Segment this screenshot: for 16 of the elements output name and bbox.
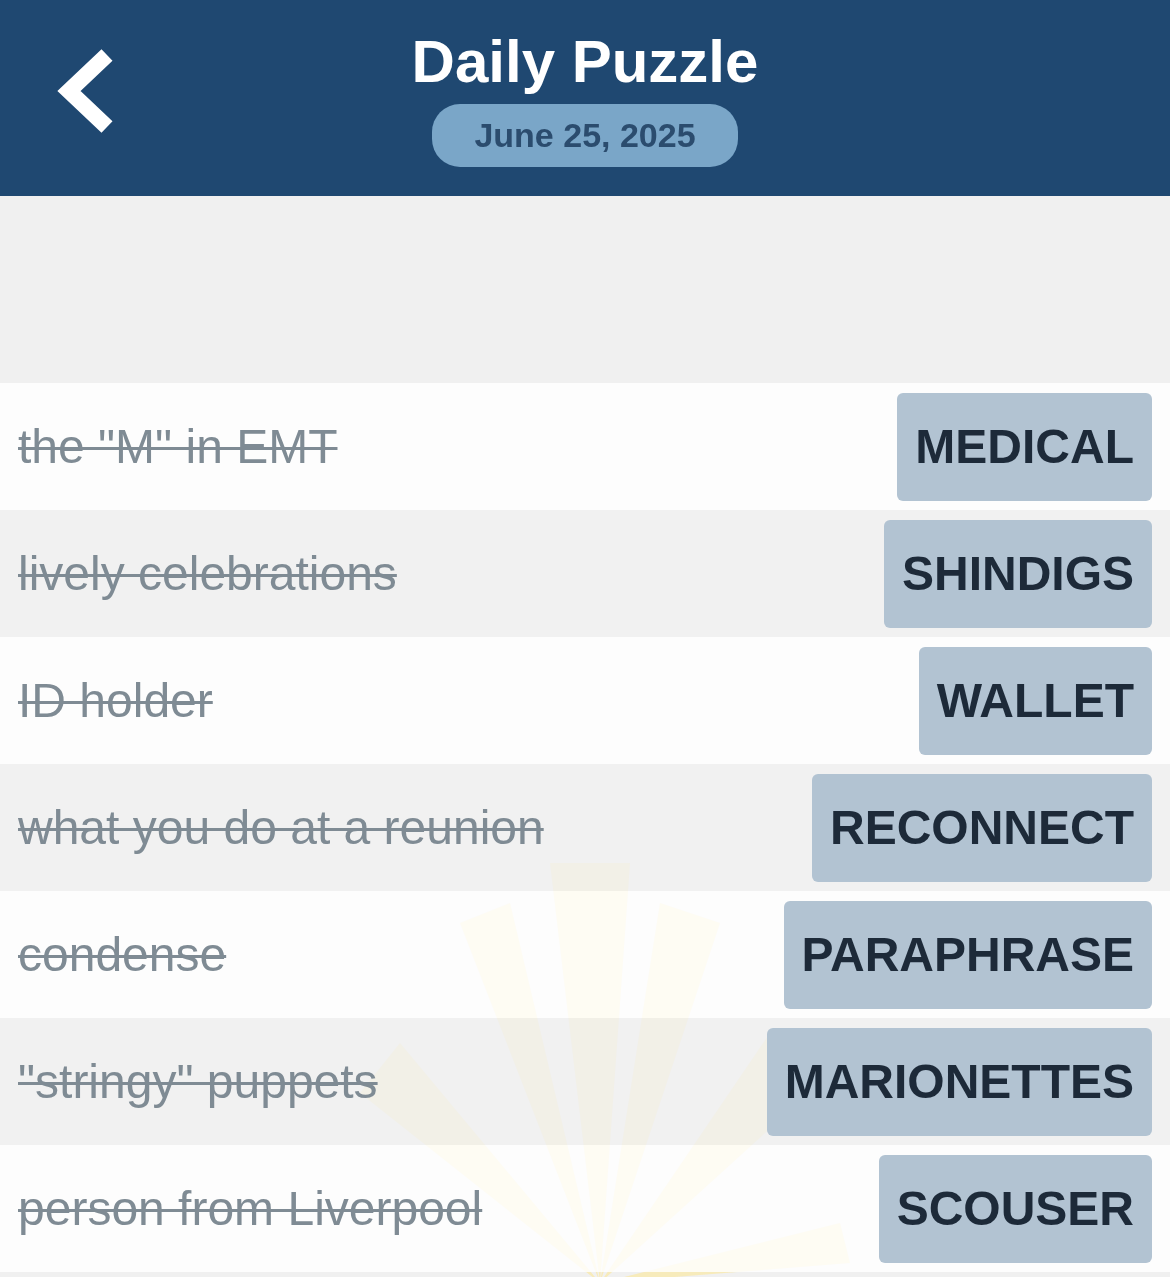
date-badge: June 25, 2025 [432, 104, 738, 167]
answer-tile[interactable]: SCOUSER [878, 1154, 1152, 1263]
answer-tile[interactable]: SHINDIGS [883, 519, 1152, 628]
clue-text: person from Liverpool [18, 1180, 483, 1237]
clue-text: what you do at a reunion [18, 799, 544, 856]
clue-text: lively celebrations [18, 545, 397, 602]
clue-text: condense [18, 926, 227, 983]
page-title: Daily Puzzle [411, 32, 759, 92]
answer-tile[interactable]: PARAPHRASE [783, 900, 1152, 1009]
clue-text: ID holder [18, 672, 213, 729]
clue-text: the "M" in EMT [18, 418, 338, 475]
answer-tile[interactable]: MEDICAL [897, 392, 1152, 501]
answer-tile[interactable]: RECONNECT [812, 773, 1152, 882]
clue-text: "stringy" puppets [18, 1053, 378, 1110]
answer-tile[interactable]: MARIONETTES [766, 1027, 1152, 1136]
answer-tile[interactable]: WALLET [918, 646, 1152, 755]
